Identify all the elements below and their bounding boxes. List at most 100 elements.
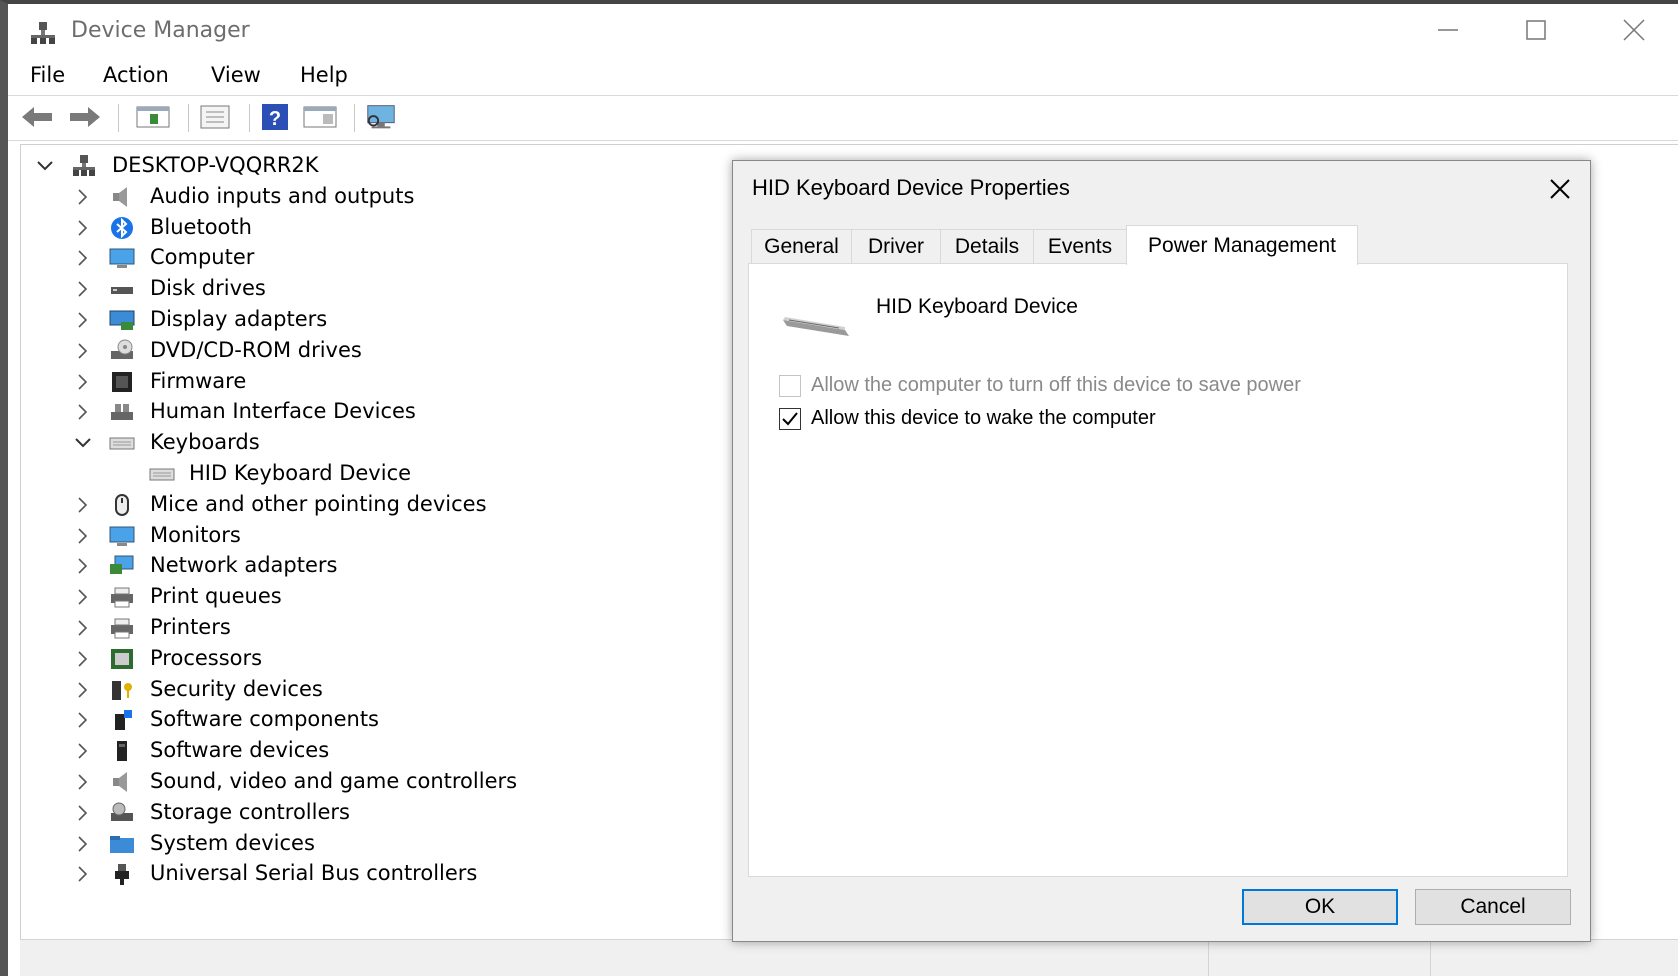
tab-driver[interactable]: Driver [851,229,941,263]
help-icon: ? [262,104,288,130]
software-component-icon [115,710,132,731]
dialog-title: HID Keyboard Device Properties [752,175,1070,200]
tab-events[interactable]: Events [1033,229,1127,263]
chevron-right-icon[interactable] [73,341,93,361]
chevron-right-icon[interactable] [73,710,93,730]
chevron-right-icon[interactable] [73,649,93,669]
tree-category-label: Mice and other pointing devices [150,491,487,516]
chevron-right-icon[interactable] [73,372,93,392]
chevron-right-icon[interactable] [73,587,93,607]
menu-file[interactable]: File [30,63,65,87]
forward-button[interactable] [68,102,102,132]
chevron-right-icon[interactable] [73,248,93,268]
close-button[interactable] [1604,10,1664,50]
tree-category-label: Monitors [150,522,241,547]
chevron-right-icon[interactable] [73,187,93,207]
chevron-right-icon[interactable] [73,834,93,854]
dvd-drive-icon [111,339,133,359]
cancel-button[interactable]: Cancel [1415,889,1571,925]
minimize-icon [1438,29,1458,31]
tree-category-label: Human Interface Devices [150,399,416,424]
toolbar-separator [249,104,250,132]
chevron-right-icon[interactable] [73,218,93,238]
tab-general[interactable]: General [751,229,852,263]
close-icon [1623,19,1645,41]
mouse-icon [115,493,129,516]
processor-icon [111,648,133,669]
disk-drive-icon [111,287,133,295]
chevron-right-icon[interactable] [73,495,93,515]
network-adapter-icon [110,555,134,575]
chevron-right-icon[interactable] [73,310,93,330]
scan-hardware-button[interactable] [364,102,398,132]
maximize-icon [1526,20,1546,40]
tree-category-label: Audio inputs and outputs [150,183,415,208]
toolbar-divider [8,140,1678,141]
properties-button[interactable] [198,102,232,132]
chevron-right-icon[interactable] [73,526,93,546]
close-icon [1550,179,1570,199]
keyboard-icon [109,437,135,450]
minimize-button[interactable] [1418,10,1478,50]
chevron-down-icon[interactable] [35,156,55,176]
show-hide-tree-icon [136,106,170,128]
help-button[interactable]: ? [258,102,292,132]
tree-category-label: Network adapters [150,553,338,578]
speaker-icon [113,186,127,207]
ok-button[interactable]: OK [1242,889,1398,925]
chevron-right-icon[interactable] [73,402,93,422]
printer-icon [111,618,133,639]
toolbar-separator [188,104,189,132]
computer-icon [109,248,135,269]
title-bar: Device Manager [8,4,1678,54]
wake-computer-checkbox[interactable] [779,407,801,430]
chevron-right-icon[interactable] [73,864,93,884]
chevron-right-icon[interactable] [73,680,93,700]
tree-category-label: Keyboards [150,430,260,455]
tab-details[interactable]: Details [940,229,1034,263]
tree-category-label: Display adapters [150,307,328,331]
power-management-panel: HID Keyboard Device Allow the computer t… [748,263,1568,877]
tree-category-label: Computer [150,245,255,270]
wake-computer-option: Allow this device to wake the computer [779,407,1156,430]
tree-category-label: Disk drives [150,276,266,301]
wake-computer-label: Allow this device to wake the computer [811,407,1156,429]
tree-category-label: Software devices [150,738,330,763]
bluetooth-icon [111,216,133,239]
storage-controller-icon [111,802,133,821]
maximize-button[interactable] [1506,10,1566,50]
view-button[interactable] [303,102,337,132]
security-key-icon [112,680,132,700]
chevron-right-icon[interactable] [73,741,93,761]
scan-hardware-icon [367,105,395,129]
tree-category-label: Security devices [150,676,323,701]
tree-category-label: DVD/CD-ROM drives [150,337,362,362]
show-hide-tree-button[interactable] [136,102,170,132]
tree-category-label: System devices [150,830,315,855]
chevron-right-icon[interactable] [73,556,93,576]
toolbar: ? [8,97,1678,139]
tree-category-label: Software components [150,707,379,732]
chevron-right-icon[interactable] [73,618,93,638]
monitor-icon [109,526,135,546]
menu-help[interactable]: Help [300,63,348,87]
software-device-icon [117,741,127,762]
menu-view[interactable]: View [211,63,261,87]
back-button[interactable] [20,102,54,132]
dialog-close-button[interactable] [1542,171,1578,207]
speaker-icon [113,772,127,792]
properties-dialog: HID Keyboard Device Properties General D… [732,160,1591,942]
device-manager-app-icon [31,22,55,44]
chevron-down-icon[interactable] [73,433,93,453]
turn-off-to-save-power-checkbox[interactable] [779,374,801,397]
tab-power-management[interactable]: Power Management [1126,225,1358,265]
chevron-right-icon[interactable] [73,772,93,792]
printer-icon [111,587,133,608]
tree-category-label: Bluetooth [150,214,252,239]
menu-action[interactable]: Action [103,63,169,87]
hid-icon [111,404,133,421]
chevron-right-icon[interactable] [73,803,93,823]
chevron-right-icon[interactable] [73,279,93,299]
toolbar-separator [354,104,355,132]
menu-divider [8,95,1678,96]
